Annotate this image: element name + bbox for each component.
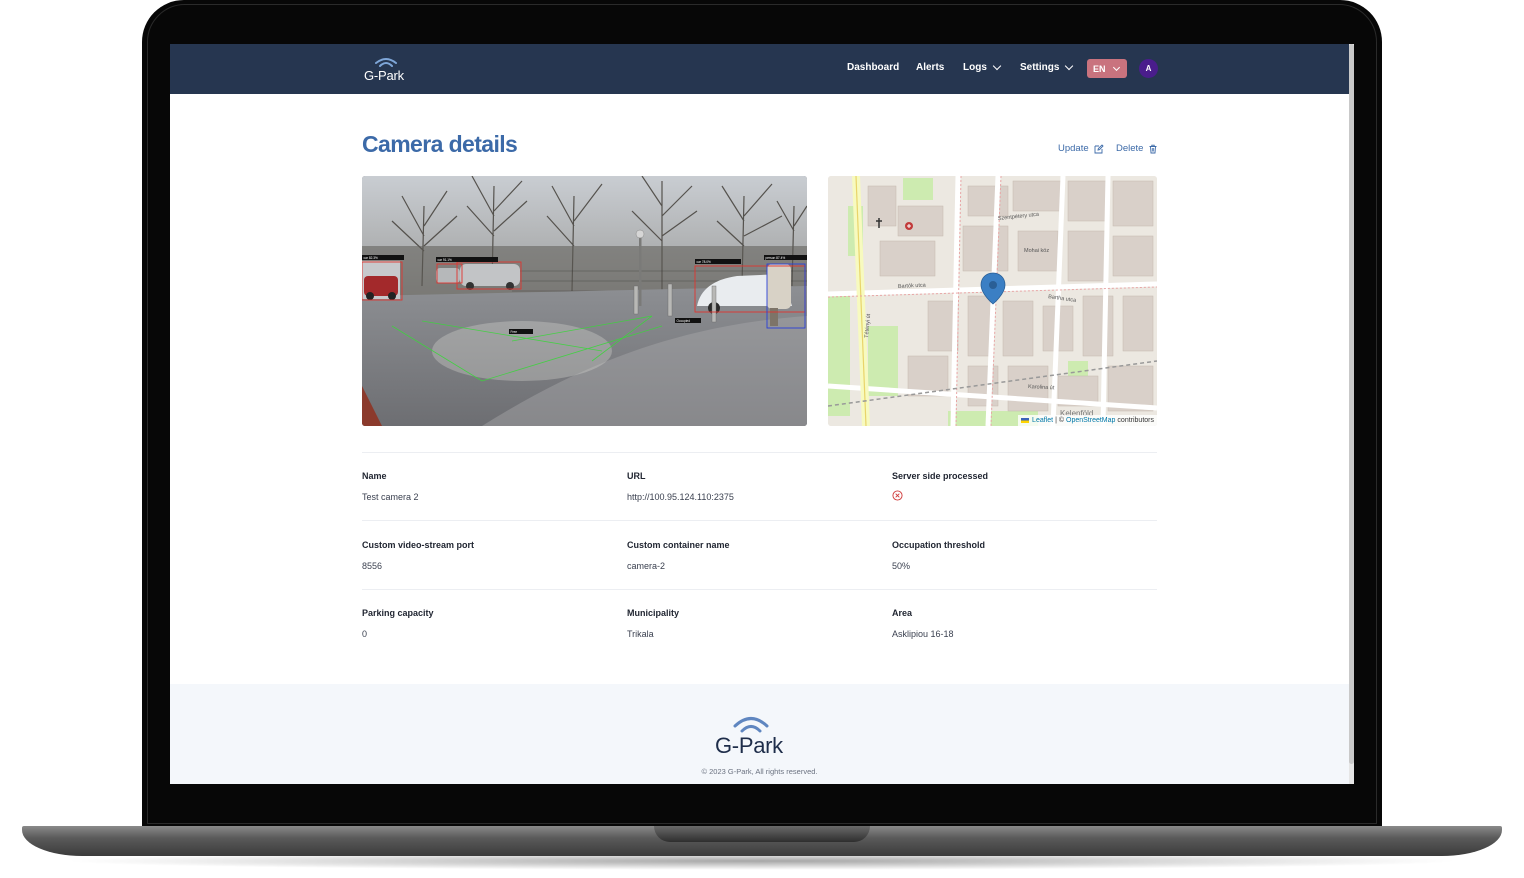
scrollbar-thumb[interactable] <box>1349 44 1354 764</box>
divider <box>362 589 1157 590</box>
page-scrollbar[interactable] <box>1349 44 1354 784</box>
camera-snapshot: car 82.3% car 91.1% car 78.0% person 87.… <box>362 176 807 426</box>
divider <box>362 452 1157 453</box>
delete-label: Delete <box>1116 143 1144 154</box>
nav-dashboard-label: Dashboard <box>847 62 900 73</box>
top-navbar: G-Park Dashboard Alerts Logs Settings EN… <box>170 44 1349 94</box>
leaflet-link[interactable]: Leaflet <box>1032 417 1053 424</box>
name-value: Test camera 2 <box>362 492 419 502</box>
detection-label: car 78.0% <box>697 260 712 264</box>
stream-port-value: 8556 <box>362 561 383 571</box>
attribution-separator: | © <box>1055 417 1064 424</box>
page-title: Camera details <box>362 131 518 157</box>
ukraine-flag-icon <box>1021 418 1030 423</box>
detection-label: person 87.4% <box>766 256 786 260</box>
brand-logo[interactable]: G-Park <box>363 56 409 84</box>
wifi-arcs-icon <box>733 717 769 733</box>
footer-brand-name: G-Park <box>715 733 783 758</box>
x-circle-icon <box>892 490 903 501</box>
municipality-value: Trikala <box>627 629 654 639</box>
zone-label: Free <box>511 330 518 334</box>
nav-logs-label: Logs <box>963 62 987 73</box>
update-label: Update <box>1058 143 1089 154</box>
detection-label: car 82.3% <box>364 256 379 260</box>
nav-dashboard[interactable]: Dashboard <box>847 62 899 73</box>
occupation-threshold-label: Occupation threshold <box>892 540 986 550</box>
divider <box>362 520 1157 521</box>
container-name-value: camera-2 <box>627 561 666 571</box>
delete-button[interactable]: Delete <box>1116 143 1158 154</box>
stream-port-label: Custom video-stream port <box>362 540 475 550</box>
map-attribution: Leaflet | © OpenStreetMap contributors <box>1018 415 1157 426</box>
copyright-text: © 2023 G-Park, All rights reserved. <box>701 767 818 776</box>
chevron-down-icon <box>1112 63 1120 71</box>
nav-settings-label: Settings <box>1020 62 1060 73</box>
parking-capacity-label: Parking capacity <box>362 608 434 618</box>
brand-name: G-Park <box>364 68 404 83</box>
nav-alerts-label: Alerts <box>916 62 945 73</box>
occupation-threshold-value: 50% <box>892 561 911 571</box>
chevron-down-icon <box>992 61 1002 71</box>
trash-icon <box>1149 144 1157 153</box>
user-avatar[interactable]: A <box>1139 59 1158 78</box>
municipality-label: Municipality <box>627 608 680 618</box>
update-button[interactable]: Update <box>1058 143 1104 154</box>
attribution-suffix: contributors <box>1117 417 1154 424</box>
street-label: Mohai köz <box>1024 248 1049 254</box>
browser-viewport: G-Park Dashboard Alerts Logs Settings EN… <box>170 44 1354 784</box>
language-selector[interactable]: EN <box>1087 59 1127 78</box>
language-code: EN <box>1093 63 1106 74</box>
page-footer: G-Park © 2023 G-Park, All rights reserve… <box>170 684 1349 784</box>
container-name-label: Custom container name <box>627 540 730 550</box>
zone-label: Occupied <box>677 319 691 323</box>
nav-settings-dropdown[interactable]: Settings <box>1020 61 1074 73</box>
chevron-down-icon <box>1065 61 1074 71</box>
detection-label: car 91.1% <box>438 258 453 262</box>
edit-icon <box>1094 143 1104 153</box>
server-side-label: Server side processed <box>892 471 989 481</box>
nav-alerts[interactable]: Alerts <box>916 62 944 73</box>
parking-capacity-value: 0 <box>362 629 368 639</box>
laptop-notch <box>654 826 870 842</box>
laptop-mockup: G-Park Dashboard Alerts Logs Settings EN… <box>0 0 1524 878</box>
nav-logs-dropdown[interactable]: Logs <box>963 61 1002 73</box>
area-label: Area <box>892 608 913 618</box>
wifi-arcs-icon <box>375 58 397 67</box>
footer-logo: G-Park <box>714 714 804 760</box>
url-label: URL <box>627 471 646 481</box>
url-value: http://100.95.124.110:2375 <box>627 492 734 502</box>
osm-link[interactable]: OpenStreetMap <box>1066 417 1115 424</box>
name-label: Name <box>362 471 387 481</box>
location-map[interactable]: Szentpétery utca Mohai köz Bartók utca B… <box>828 176 1157 426</box>
area-value: Asklipiou 16-18 <box>892 629 954 639</box>
